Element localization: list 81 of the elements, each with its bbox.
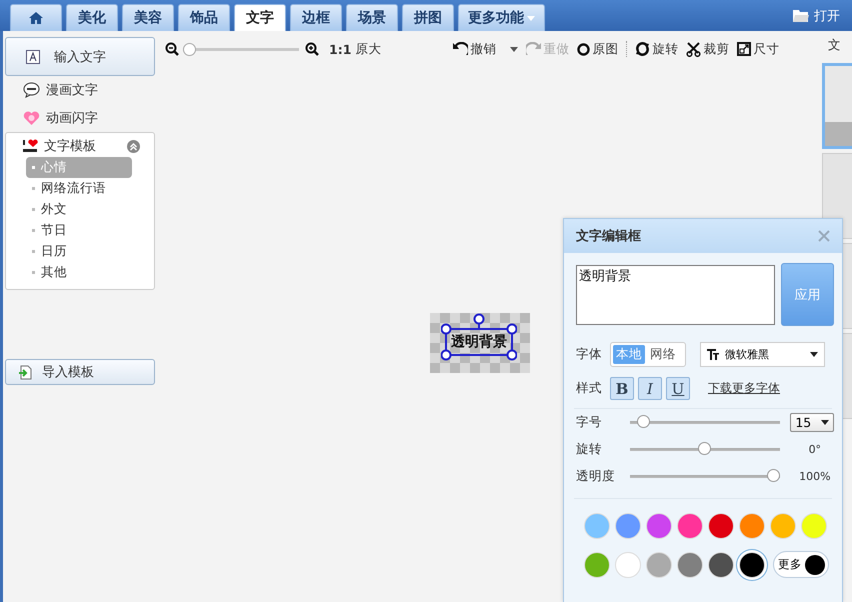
- text-icon: [707, 349, 719, 360]
- collapse-icon[interactable]: [127, 140, 140, 152]
- color-swatch[interactable]: [677, 552, 703, 578]
- color-swatch[interactable]: [770, 513, 796, 539]
- close-button[interactable]: [818, 230, 830, 242]
- text-input-field[interactable]: 透明背景: [576, 265, 776, 325]
- more-features-tab[interactable]: 更多功能: [458, 4, 545, 31]
- rotate-button[interactable]: 旋转: [635, 40, 678, 58]
- circle-icon: [577, 42, 590, 56]
- caret-icon: [810, 352, 818, 357]
- section-title[interactable]: 文字模板: [44, 137, 96, 155]
- slider-reading: 100%: [798, 470, 832, 483]
- color-swatch[interactable]: [615, 513, 641, 539]
- speech-bubble-icon: [23, 82, 40, 98]
- tab[interactable]: 文字: [234, 4, 286, 31]
- font-source-tab[interactable]: 网络: [647, 345, 679, 364]
- import-template-button[interactable]: 导入模板: [5, 359, 155, 385]
- color-swatch[interactable]: [708, 513, 734, 539]
- resize-button[interactable]: 尺寸: [737, 40, 780, 58]
- scissors-icon: [686, 42, 702, 56]
- italic-button[interactable]: I: [638, 377, 662, 400]
- template-category[interactable]: 网络流行语: [26, 178, 132, 199]
- color-swatch[interactable]: [584, 513, 610, 539]
- color-swatch[interactable]: [646, 513, 672, 539]
- color-swatch[interactable]: [708, 552, 734, 578]
- folder-icon: [792, 8, 810, 23]
- color-swatch[interactable]: [739, 513, 765, 539]
- style-label: 样式: [576, 380, 603, 397]
- sidebar-item[interactable]: 动画闪字: [46, 109, 98, 127]
- slider-reading: 0°: [808, 443, 822, 456]
- more-colors-button[interactable]: 更多: [773, 551, 829, 578]
- color-swatch[interactable]: [646, 552, 672, 578]
- heart-icon: [23, 110, 40, 126]
- font-label: 字体: [576, 346, 603, 363]
- home-icon: [28, 11, 44, 25]
- download-fonts-link[interactable]: 下载更多字体: [708, 380, 780, 397]
- actual-size-label[interactable]: 原大: [355, 40, 382, 58]
- font-select[interactable]: 微软雅黑: [700, 342, 825, 367]
- home-tab[interactable]: [10, 4, 62, 31]
- zoom-out-icon[interactable]: [165, 42, 179, 56]
- font-size-select[interactable]: 15: [790, 413, 834, 432]
- caret-icon: [527, 16, 535, 20]
- redo-icon: [526, 42, 542, 56]
- slider-label: 旋转: [576, 441, 603, 458]
- color-swatch[interactable]: [615, 552, 641, 578]
- input-text-button[interactable]: 输入文字: [5, 37, 155, 76]
- panel-title: 文: [827, 37, 842, 54]
- crop-button[interactable]: 裁剪: [686, 40, 730, 58]
- template-category[interactable]: 节日: [26, 220, 132, 241]
- dialog-title: 文字编辑框: [576, 228, 641, 245]
- color-swatch[interactable]: [677, 513, 703, 539]
- underline-button[interactable]: U: [666, 377, 690, 400]
- tab[interactable]: 场景: [346, 4, 398, 31]
- color-swatch[interactable]: [584, 552, 610, 578]
- rotate-icon: [635, 42, 650, 56]
- template-category[interactable]: 日历: [26, 241, 132, 262]
- tab[interactable]: 美化: [66, 4, 118, 31]
- sidebar-item[interactable]: 漫画文字: [46, 81, 98, 99]
- template-category[interactable]: 其他: [26, 262, 132, 283]
- tab[interactable]: 边框: [290, 4, 342, 31]
- document-arrow-icon: [18, 364, 34, 380]
- open-button[interactable]: 打开: [792, 6, 840, 24]
- template-preview[interactable]: [822, 63, 852, 149]
- bold-button[interactable]: B: [610, 377, 634, 400]
- slider-label: 透明度: [576, 468, 616, 485]
- original-button[interactable]: 原图: [577, 40, 618, 58]
- tab[interactable]: 饰品: [178, 4, 230, 31]
- slider-label: 字号: [576, 414, 603, 431]
- letter-a-icon: [26, 50, 40, 64]
- undo-icon: [453, 42, 468, 56]
- tab[interactable]: 美容: [122, 4, 174, 31]
- template-category[interactable]: 外文: [26, 199, 132, 220]
- undo-button[interactable]: 撤销: [453, 40, 496, 58]
- zoom-in-icon[interactable]: [305, 42, 319, 56]
- resize-icon: [737, 42, 752, 56]
- actual-size-ratio[interactable]: 1:1: [329, 42, 352, 56]
- color-swatch[interactable]: [801, 513, 827, 539]
- i-love-you-icon: [22, 138, 38, 154]
- tab[interactable]: 拼图: [402, 4, 454, 31]
- color-swatch[interactable]: [739, 552, 765, 578]
- dropdown-caret-icon[interactable]: [510, 46, 518, 52]
